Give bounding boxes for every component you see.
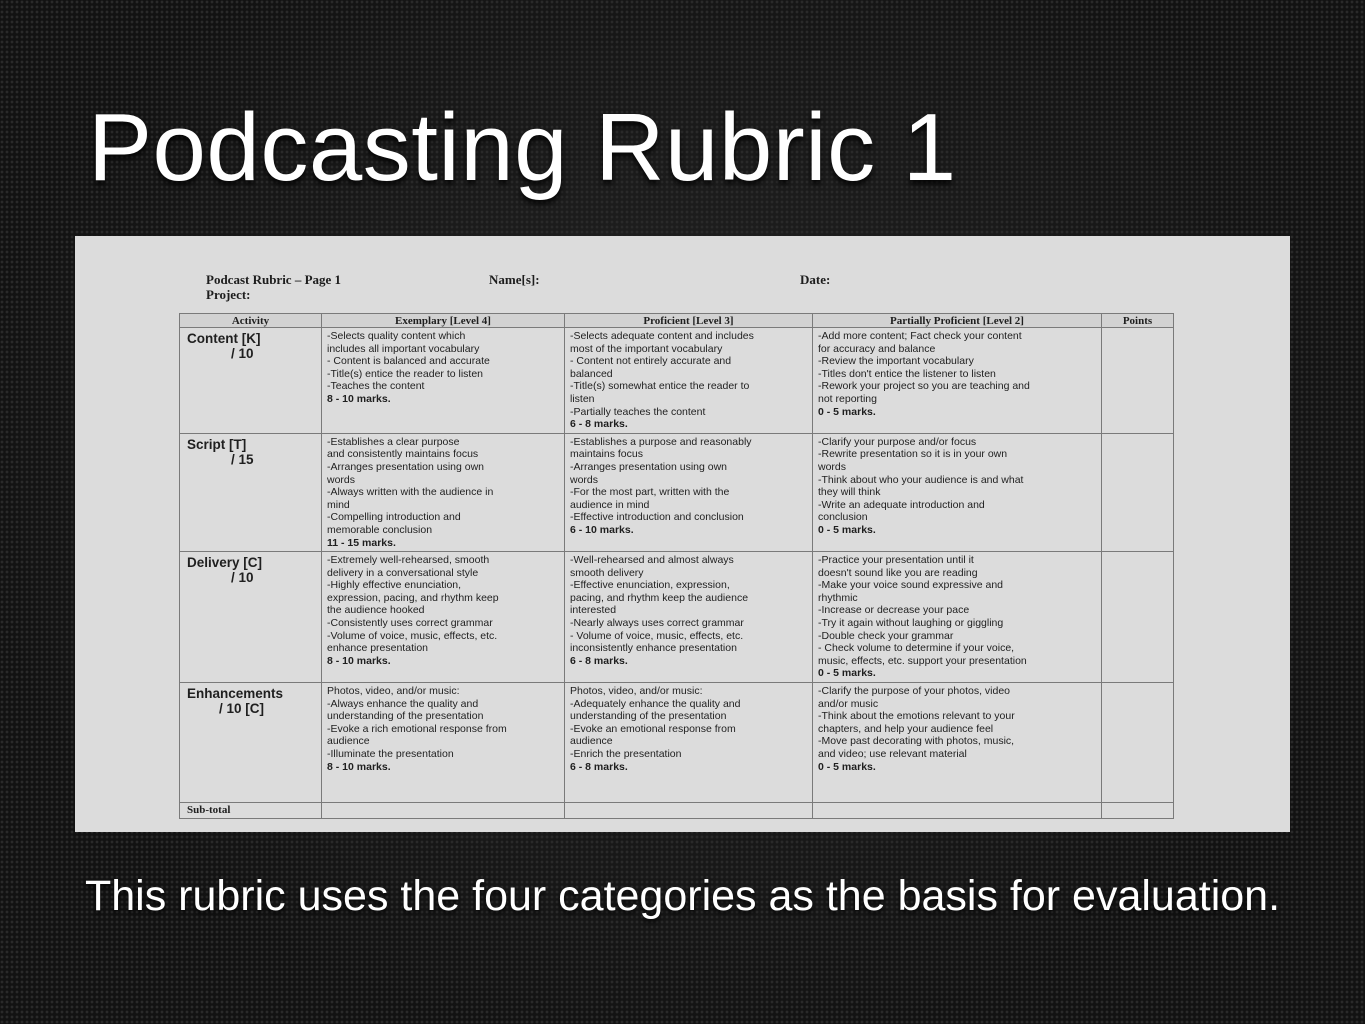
date-label: Date: [800,272,831,287]
slide-title: Podcasting Rubric 1 [88,94,957,201]
subtotal-points-cell [1101,802,1174,819]
activity-points-possible: / 10 [C] [219,701,265,717]
column-header-activity: Activity [179,313,322,328]
partially-proficient-cell: -Add more content; Fact check your conte… [812,327,1102,434]
column-header-partially-proficient: Partially Proficient [Level 2] [812,313,1102,328]
partially-proficient-cell: -Clarify the purpose of your photos, vid… [812,682,1102,804]
subtotal-cell [321,802,565,819]
criteria-text: -Extremely well-rehearsed, smooth delive… [327,554,499,655]
criteria-text: -Well-rehearsed and almost always smooth… [570,554,749,655]
activity-points-possible: / 10 [231,346,254,361]
column-header-proficient: Proficient [Level 3] [564,313,813,328]
proficient-cell: -Selects adequate content and includes m… [564,327,813,434]
marks-text: 0 - 5 marks. [818,667,876,680]
points-cell [1101,432,1174,553]
points-cell [1101,682,1174,804]
criteria-text: -Clarify your purpose and/or focus -Rewr… [818,435,1024,524]
column-header-points: Points [1101,313,1174,328]
table-header-row: Activity Exemplary [Level 4] Proficient … [179,313,1174,328]
criteria-text: -Add more content; Fact check your conte… [818,330,1030,405]
marks-text: 6 - 8 marks. [570,760,628,773]
exemplary-cell: Photos, video, and/or music: -Always enh… [321,682,565,804]
marks-text: 8 - 10 marks. [327,392,391,405]
exemplary-cell: -Extremely well-rehearsed, smooth delive… [321,551,565,684]
activity-cell: Content [K]/ 10 [179,327,322,434]
table-row-delivery: Delivery [C]/ 10 -Extremely well-rehears… [179,551,1174,684]
marks-text: 8 - 10 marks. [327,654,391,667]
activity-name: Script [T] [187,436,247,452]
proficient-cell: -Well-rehearsed and almost always smooth… [564,551,813,684]
partially-proficient-cell: -Clarify your purpose and/or focus -Rewr… [812,432,1102,553]
marks-text: 11 - 15 marks. [327,536,396,549]
document-header: Podcast Rubric – Page 1 Name[s]: Date: P… [206,272,1136,308]
criteria-text: -Establishes a clear purpose and consist… [327,435,494,536]
table-row-script: Script [T]/ 15 -Establishes a clear purp… [179,432,1174,553]
criteria-text: -Practice your presentation until it doe… [818,554,1027,667]
activity-cell: Enhancements/ 10 [C] [179,682,322,804]
criteria-text: -Selects adequate content and includes m… [570,330,754,418]
activity-name: Enhancements [187,686,284,702]
subtotal-cell [812,802,1102,819]
marks-text: 0 - 5 marks. [818,760,876,773]
column-header-exemplary: Exemplary [Level 4] [321,313,565,328]
activity-name: Delivery [C] [187,555,263,571]
project-label: Project: [206,287,251,302]
table-row-enhancements: Enhancements/ 10 [C] Photos, video, and/… [179,682,1174,804]
activity-cell: Script [T]/ 15 [179,432,322,553]
exemplary-cell: -Selects quality content which includes … [321,327,565,434]
marks-text: 6 - 8 marks. [570,654,628,667]
activity-name: Content [K] [187,331,261,346]
subtotal-label: Sub-total [179,802,322,819]
criteria-text: Photos, video, and/or music: -Always enh… [327,685,507,760]
names-label: Name[s]: [489,272,540,287]
slide-caption: This rubric uses the four categories as … [84,872,1281,920]
marks-text: 8 - 10 marks. [327,760,391,773]
subtotal-cell [564,802,813,819]
criteria-text: -Clarify the purpose of your photos, vid… [818,685,1015,760]
marks-text: 6 - 10 marks. [570,523,634,536]
criteria-text: -Establishes a purpose and reasonably ma… [570,435,752,524]
rubric-table: Activity Exemplary [Level 4] Proficient … [179,313,1174,819]
table-row-content: Content [K]/ 10 -Selects quality content… [179,327,1174,434]
partially-proficient-cell: -Practice your presentation until it doe… [812,551,1102,684]
criteria-text: -Selects quality content which includes … [327,330,490,393]
activity-points-possible: / 15 [231,451,254,467]
document-title: Podcast Rubric – Page 1 [206,272,342,287]
marks-text: 0 - 5 marks. [818,405,876,418]
activity-points-possible: / 10 [231,570,254,586]
table-row-subtotal: Sub-total [179,802,1174,819]
proficient-cell: Photos, video, and/or music: -Adequately… [564,682,813,804]
exemplary-cell: -Establishes a clear purpose and consist… [321,432,565,553]
marks-text: 6 - 8 marks. [570,418,628,431]
rubric-document-image: Podcast Rubric – Page 1 Name[s]: Date: P… [75,236,1290,832]
criteria-text: Photos, video, and/or music: -Adequately… [570,685,741,760]
points-cell [1101,551,1174,684]
proficient-cell: -Establishes a purpose and reasonably ma… [564,432,813,553]
activity-cell: Delivery [C]/ 10 [179,551,322,684]
marks-text: 0 - 5 marks. [818,523,876,536]
points-cell [1101,327,1174,434]
